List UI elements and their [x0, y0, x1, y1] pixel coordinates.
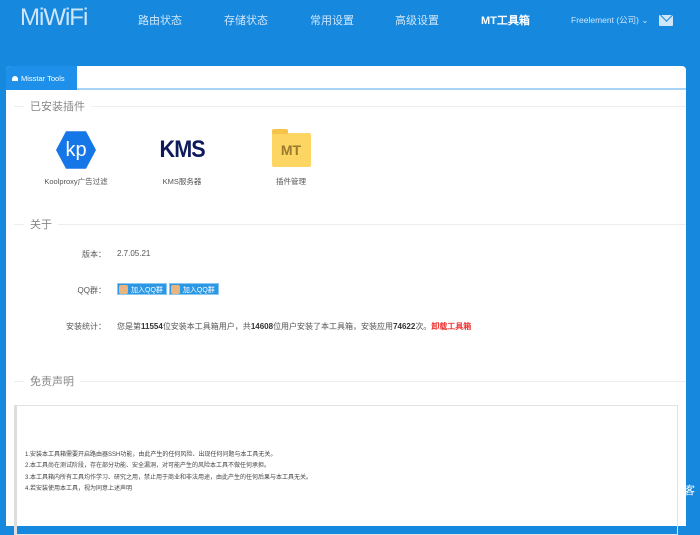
tab-misstar-tools[interactable]: Misstar Tools [6, 66, 77, 90]
disclaimer-line: 2.本工具尚在测试阶段，存在部分功能、安全漏洞，对可能产生的风险本工具不做任何承… [25, 463, 271, 470]
nav-common-settings[interactable]: 常用设置 [310, 12, 354, 28]
disclaimer-line: 3.本工具箱内所有工具均作学习、研究之用，禁止用于商业和非法用途，由此产生的任何… [25, 474, 313, 481]
join-qq-button[interactable]: 加入QQ群 [117, 283, 167, 295]
section-title: 免责声明 [24, 373, 80, 389]
tab-label: Misstar Tools [21, 74, 65, 83]
koolproxy-icon: kp [56, 131, 96, 169]
plugin-label: KMS服务器 [162, 177, 202, 186]
qq-button-label: 加入QQ群 [131, 287, 163, 294]
disclaimer-line: 4.若安装使用本工具，视为同意上述声明 [25, 485, 133, 492]
user-menu[interactable]: Freelement (公司) ⌄ [571, 14, 649, 26]
nav-storage-status[interactable]: 存储状态 [224, 12, 268, 28]
home-icon [12, 76, 18, 81]
nav-router-status[interactable]: 路由状态 [138, 12, 182, 28]
kms-icon: KMS [159, 136, 205, 163]
qq-avatar-icon [119, 285, 128, 294]
watermark: 客 [684, 485, 695, 497]
version-label: 版本： [82, 250, 106, 259]
section-disclaimer: 免责声明 [14, 373, 686, 389]
version-value: 2.7.05.21 [117, 249, 151, 258]
qq-avatar-icon [170, 285, 180, 294]
miwifi-logo[interactable]: MiWiFi [20, 4, 88, 32]
plugin-manager[interactable]: MT 插件管理 [246, 129, 336, 187]
stats-label: 安装统计： [66, 322, 106, 331]
section-title: 关于 [24, 216, 58, 232]
plugin-label: Koolproxy广告过滤 [44, 177, 108, 186]
join-qq-button[interactable]: 加入QQ群 [168, 283, 219, 295]
nav-mt-toolbox[interactable]: MT工具箱 [481, 12, 530, 28]
section-installed: 已安装插件 [14, 98, 686, 114]
plugin-label: 插件管理 [276, 177, 306, 186]
section-title: 已安装插件 [24, 98, 91, 114]
mail-icon[interactable] [659, 15, 673, 26]
tab-bar: Misstar Tools [6, 66, 686, 90]
section-about: 关于 [14, 216, 686, 232]
plugin-kms[interactable]: KMS KMS服务器 [137, 130, 227, 187]
disclaimer-box: 1.安装本工具箱需要开启路由器SSH功能，由此产生的任何风险、出现任何问题与本工… [14, 405, 678, 535]
qq-button-label: 加入QQ群 [182, 287, 215, 294]
content-panel: Misstar Tools 已安装插件 kp Koolproxy广告过滤 KMS K… [6, 66, 686, 535]
nav-advanced-settings[interactable]: 高级设置 [395, 12, 439, 28]
stats-text: 您是第11554位安装本工具箱用户，共14608位用户安装了本工具箱，安装应用7… [117, 322, 472, 331]
plugin-koolproxy[interactable]: kp Koolproxy广告过滤 [31, 130, 121, 187]
folder-icon: MT [271, 129, 311, 167]
uninstall-link[interactable]: 卸载工具箱 [431, 322, 471, 331]
disclaimer-line: 1.安装本工具箱需要开启路由器SSH功能，由此产生的任何风险、出现任何问题与本工… [25, 452, 277, 458]
qq-label: QQ群： [77, 286, 106, 295]
